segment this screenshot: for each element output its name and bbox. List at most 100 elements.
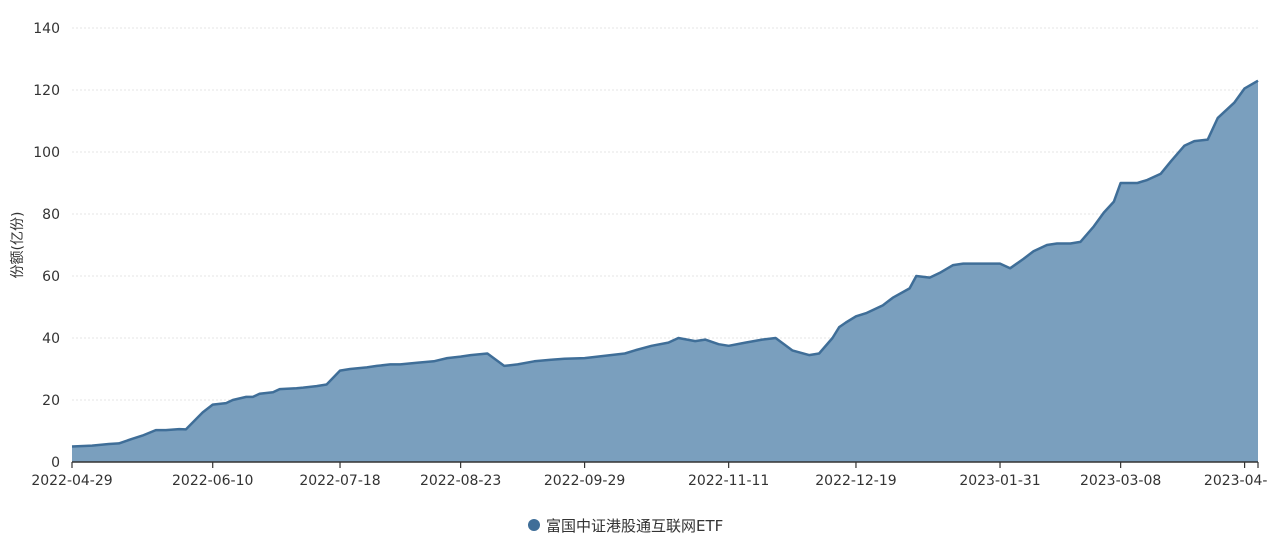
data-point[interactable] xyxy=(337,368,343,374)
data-point[interactable] xyxy=(622,351,628,357)
data-point[interactable] xyxy=(759,337,765,343)
data-point[interactable] xyxy=(1007,265,1013,271)
data-point[interactable] xyxy=(484,351,490,357)
data-point[interactable] xyxy=(1144,177,1150,183)
data-point[interactable] xyxy=(223,400,229,406)
data-point[interactable] xyxy=(582,355,588,361)
data-point[interactable] xyxy=(230,397,236,403)
data-point[interactable] xyxy=(890,295,896,301)
data-point[interactable] xyxy=(1054,241,1060,247)
data-point[interactable] xyxy=(314,383,320,389)
data-point[interactable] xyxy=(806,352,812,358)
data-point[interactable] xyxy=(1021,256,1027,262)
data-point[interactable] xyxy=(1232,99,1238,105)
data-point[interactable] xyxy=(907,285,913,291)
data-point[interactable] xyxy=(257,391,263,397)
data-point[interactable] xyxy=(163,427,169,433)
data-point[interactable] xyxy=(997,261,1003,267)
data-point[interactable] xyxy=(364,364,370,370)
data-point[interactable] xyxy=(1134,180,1140,186)
data-point[interactable] xyxy=(927,275,933,281)
data-point[interactable] xyxy=(960,261,966,267)
data-point[interactable] xyxy=(1181,143,1187,149)
data-point[interactable] xyxy=(176,426,182,432)
data-point[interactable] xyxy=(1242,85,1248,91)
data-point[interactable] xyxy=(1111,199,1117,205)
data-point[interactable] xyxy=(649,343,655,349)
data-point[interactable] xyxy=(1168,158,1174,164)
data-point[interactable] xyxy=(548,357,554,363)
data-point[interactable] xyxy=(139,433,145,439)
data-point[interactable] xyxy=(250,394,256,400)
data-point[interactable] xyxy=(397,361,403,367)
data-point[interactable] xyxy=(789,347,795,353)
data-point[interactable] xyxy=(69,444,75,450)
data-point[interactable] xyxy=(183,426,189,432)
data-point[interactable] xyxy=(277,386,283,392)
data-point[interactable] xyxy=(880,302,886,308)
data-point[interactable] xyxy=(692,338,698,344)
data-point[interactable] xyxy=(153,427,159,433)
data-point[interactable] xyxy=(458,354,464,360)
data-point[interactable] xyxy=(843,320,849,326)
data-point[interactable] xyxy=(1091,223,1097,229)
data-point[interactable] xyxy=(129,436,135,442)
data-point[interactable] xyxy=(444,355,450,361)
data-point[interactable] xyxy=(468,352,474,358)
data-point[interactable] xyxy=(816,351,822,357)
data-point[interactable] xyxy=(853,313,859,319)
data-point[interactable] xyxy=(501,363,507,369)
data-point[interactable] xyxy=(300,385,306,391)
data-point[interactable] xyxy=(742,340,748,346)
data-point[interactable] xyxy=(665,340,671,346)
data-point[interactable] xyxy=(1044,242,1050,248)
data-point[interactable] xyxy=(431,358,437,364)
data-point[interactable] xyxy=(726,343,732,349)
data-point[interactable] xyxy=(836,324,842,330)
y-tick-label: 0 xyxy=(51,455,60,471)
data-point[interactable] xyxy=(387,361,393,367)
data-point[interactable] xyxy=(632,347,638,353)
data-point[interactable] xyxy=(913,273,919,279)
legend[interactable]: 富国中证港股通互联网ETF xyxy=(528,517,723,535)
legend-label: 富国中证港股通互联网ETF xyxy=(546,517,723,535)
data-point[interactable] xyxy=(531,358,537,364)
data-point[interactable] xyxy=(1215,115,1221,121)
data-point[interactable] xyxy=(1077,239,1083,245)
data-point[interactable] xyxy=(1158,171,1164,177)
data-point[interactable] xyxy=(1118,180,1124,186)
data-point[interactable] xyxy=(1067,241,1073,247)
y-tick-label: 140 xyxy=(33,21,60,37)
data-point[interactable] xyxy=(515,361,521,367)
data-point[interactable] xyxy=(243,394,249,400)
data-point[interactable] xyxy=(562,356,568,362)
data-point[interactable] xyxy=(1101,210,1107,216)
data-point[interactable] xyxy=(210,402,216,408)
y-tick-label: 100 xyxy=(33,145,60,161)
y-tick-label: 120 xyxy=(33,83,60,99)
data-point[interactable] xyxy=(347,366,353,372)
data-point[interactable] xyxy=(1255,78,1261,84)
data-point[interactable] xyxy=(324,382,330,388)
data-point[interactable] xyxy=(716,341,722,347)
data-point[interactable] xyxy=(414,360,420,366)
data-point[interactable] xyxy=(702,337,708,343)
x-tick-label: 2022-04-29 xyxy=(31,473,112,489)
data-point[interactable] xyxy=(830,335,836,341)
data-point[interactable] xyxy=(1191,138,1197,144)
data-point[interactable] xyxy=(863,310,869,316)
data-point[interactable] xyxy=(374,363,380,369)
data-point[interactable] xyxy=(270,389,276,395)
data-point[interactable] xyxy=(116,440,122,446)
data-point[interactable] xyxy=(1205,137,1211,143)
data-point[interactable] xyxy=(773,335,779,341)
data-point[interactable] xyxy=(675,335,681,341)
data-point[interactable] xyxy=(1031,248,1037,254)
data-point[interactable] xyxy=(200,409,206,415)
y-tick-label: 20 xyxy=(42,393,60,409)
data-point[interactable] xyxy=(937,270,943,276)
data-point[interactable] xyxy=(294,385,300,391)
data-point[interactable] xyxy=(89,443,95,449)
data-point[interactable] xyxy=(950,262,956,268)
data-point[interactable] xyxy=(106,441,112,447)
